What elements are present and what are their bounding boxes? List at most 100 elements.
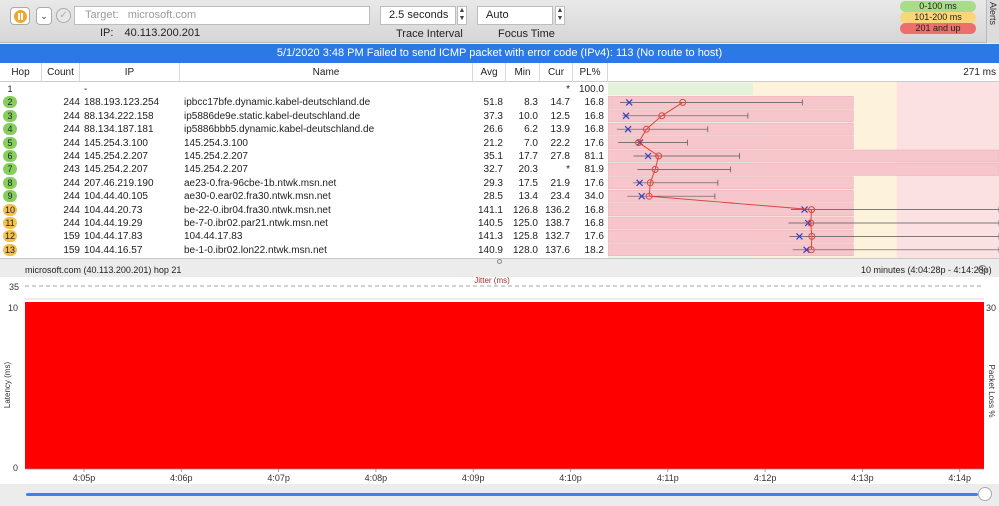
col-cur[interactable]: Cur <box>540 63 573 82</box>
cell-count: 244 <box>63 97 80 109</box>
cell-name: 145.254.3.100 <box>184 137 248 149</box>
table-row[interactable]: 6 244 145.254.2.207 145.254.2.207 35.1 17.7 27… <box>0 150 608 163</box>
cell-min: 13.4 <box>518 191 538 203</box>
x-tick-label: 4:14p <box>948 473 971 483</box>
cell-count: 244 <box>63 137 80 149</box>
cell-min: 6.2 <box>524 124 538 136</box>
table-row[interactable]: 9 244 104.44.40.105 ae30-0.ear02.fra30.ntwk… <box>0 190 608 203</box>
table-row[interactable]: 10 244 104.44.20.73 be-22-0.ibr04.fra30.ntw… <box>0 203 608 217</box>
cell-ip: 88.134.187.181 <box>84 124 154 136</box>
latency-fill-area <box>25 302 984 469</box>
table-row[interactable]: 2 244 188.193.123.254 ipbcc17bfe.dynamic.ka… <box>0 96 608 109</box>
cell-count: 159 <box>63 231 80 243</box>
cell-min: 126.8 <box>512 204 538 216</box>
cell-ip: 207.46.219.190 <box>84 177 154 189</box>
table-row[interactable]: 5 244 145.254.3.100 145.254.3.100 21.2 7.0 22.… <box>0 136 608 150</box>
target-label: Target: <box>85 9 119 21</box>
cell-avg: 37.3 <box>483 110 503 122</box>
cell-ip: 188.193.123.254 <box>84 97 160 109</box>
cell-avg: 32.7 <box>483 164 503 176</box>
latency-legend: 0-100 ms 101-200 ms 201 and up <box>900 1 976 34</box>
col-hop[interactable]: Hop <box>0 63 42 82</box>
jitter-value: 35 <box>9 282 19 292</box>
col-avg[interactable]: Avg <box>473 63 506 82</box>
error-banner: 5/1/2020 3:48 PM Failed to send ICMP pac… <box>0 44 999 63</box>
cell-cur: * <box>566 84 570 95</box>
focus-time-stepper-icon[interactable]: ▲ ▼ <box>555 6 565 25</box>
table-row[interactable]: 3 244 88.134.222.158 ip5886de9e.static.kabe… <box>0 109 608 123</box>
hop-number: 7 <box>3 163 17 176</box>
cell-pl: 16.8 <box>584 124 604 136</box>
table-row[interactable]: 13 159 104.44.16.57 be-1-0.ibr02.lon22.ntwk… <box>0 243 608 257</box>
latency-graph <box>608 82 999 258</box>
trace-interval-select[interactable]: 2.5 seconds <box>380 6 456 25</box>
pause-button[interactable] <box>10 7 30 25</box>
cell-pl: 81.9 <box>584 164 604 176</box>
table-row[interactable]: 8 244 207.46.219.190 ae23-0.fra-96cbe-1b.nt… <box>0 176 608 190</box>
table-row[interactable]: 12 159 104.44.17.83 104.44.17.83 141.3 125.8 1… <box>0 230 608 243</box>
hop-number: 8 <box>3 176 17 189</box>
x-tick-label: 4:09p <box>462 473 485 483</box>
cell-name: 145.254.2.207 <box>184 164 248 176</box>
cell-cur: 14.7 <box>550 97 570 109</box>
trace-interval-label: Trace Interval <box>396 28 463 40</box>
cell-min: 10.0 <box>518 110 538 122</box>
cell-ip: 104.44.16.57 <box>84 244 143 256</box>
cell-cur: 137.6 <box>544 244 570 256</box>
cell-count: 244 <box>63 177 80 189</box>
options-dropdown-button[interactable]: ⌄ <box>36 7 52 25</box>
chevron-down-icon[interactable]: ⌄ <box>978 265 987 274</box>
col-pl[interactable]: PL% <box>573 63 608 82</box>
cell-pl: 81.1 <box>584 151 604 162</box>
col-name[interactable]: Name <box>180 63 473 82</box>
cell-cur: 13.9 <box>550 124 570 136</box>
table-row[interactable]: 7 243 145.254.2.207 145.254.2.207 32.7 20.3 * 8… <box>0 163 608 176</box>
cell-avg: 140.5 <box>477 218 503 229</box>
slider-thumb[interactable] <box>978 487 992 501</box>
cell-min: 7.0 <box>524 137 538 149</box>
cell-cur: 132.7 <box>544 231 570 243</box>
cell-avg: 35.1 <box>483 151 503 162</box>
col-ip[interactable]: IP <box>80 63 180 82</box>
latency-timeline-chart: 35 Jitter (ms) 10 0 30 Latency (ms) Packet Los… <box>0 277 999 484</box>
cell-ip: 104.44.40.105 <box>84 191 148 203</box>
target-input[interactable]: Target: microsoft.com <box>74 6 370 25</box>
ip-value: 40.113.200.201 <box>124 27 201 39</box>
latency-axis-label: Latency (ms) <box>3 362 12 409</box>
cell-avg: 51.8 <box>483 97 503 109</box>
cell-cur: 136.2 <box>544 204 570 216</box>
slider-track[interactable] <box>26 493 978 496</box>
hop-number: 3 <box>3 109 17 122</box>
packet-loss-axis-label: Packet Loss % <box>987 365 996 418</box>
checkmark-icon[interactable]: ✓ <box>56 8 71 23</box>
table-row[interactable]: 4 244 88.134.187.181 ip5886bbb5.dynamic.kab… <box>0 123 608 136</box>
cell-min: 125.0 <box>512 218 538 229</box>
alerts-tab[interactable]: Alerts <box>986 0 999 43</box>
col-min[interactable]: Min <box>506 63 540 82</box>
trace-interval-stepper-icon[interactable]: ▲ ▼ <box>457 6 467 25</box>
x-tick-label: 4:07p <box>267 473 290 483</box>
table-row[interactable]: 11 244 104.44.19.29 be-7-0.ibr02.par21.ntwk… <box>0 217 608 230</box>
x-tick-label: 4:08p <box>365 473 388 483</box>
col-count[interactable]: Count <box>42 63 80 82</box>
cell-avg: 26.6 <box>483 124 503 136</box>
timeline-slider[interactable] <box>0 484 999 506</box>
focus-time-select[interactable]: Auto <box>477 6 553 25</box>
cell-count: 244 <box>63 110 80 122</box>
cell-min: 8.3 <box>524 97 538 109</box>
hop-number: 5 <box>3 136 17 149</box>
cell-min: 128.0 <box>512 244 538 256</box>
cell-min: 17.5 <box>518 177 538 189</box>
table-row[interactable]: 1 - * 100.0 <box>0 83 608 96</box>
cell-pl: 17.6 <box>584 137 604 149</box>
cell-name: be-7-0.ibr02.par21.ntwk.msn.net <box>184 218 328 229</box>
cell-cur: * <box>566 164 570 176</box>
x-tick-label: 4:12p <box>754 473 777 483</box>
cell-name: ae30-0.ear02.fra30.ntwk.msn.net <box>184 191 331 203</box>
cell-pl: 17.6 <box>584 177 604 189</box>
y-axis-min: 0 <box>13 463 18 473</box>
graph-scale-label: 271 ms <box>963 67 996 78</box>
cell-avg: 28.5 <box>483 191 503 203</box>
cell-count: 244 <box>63 191 80 203</box>
time-range-select[interactable]: 10 minutes (4:04:28p - 4:14:28p) <box>861 264 992 277</box>
